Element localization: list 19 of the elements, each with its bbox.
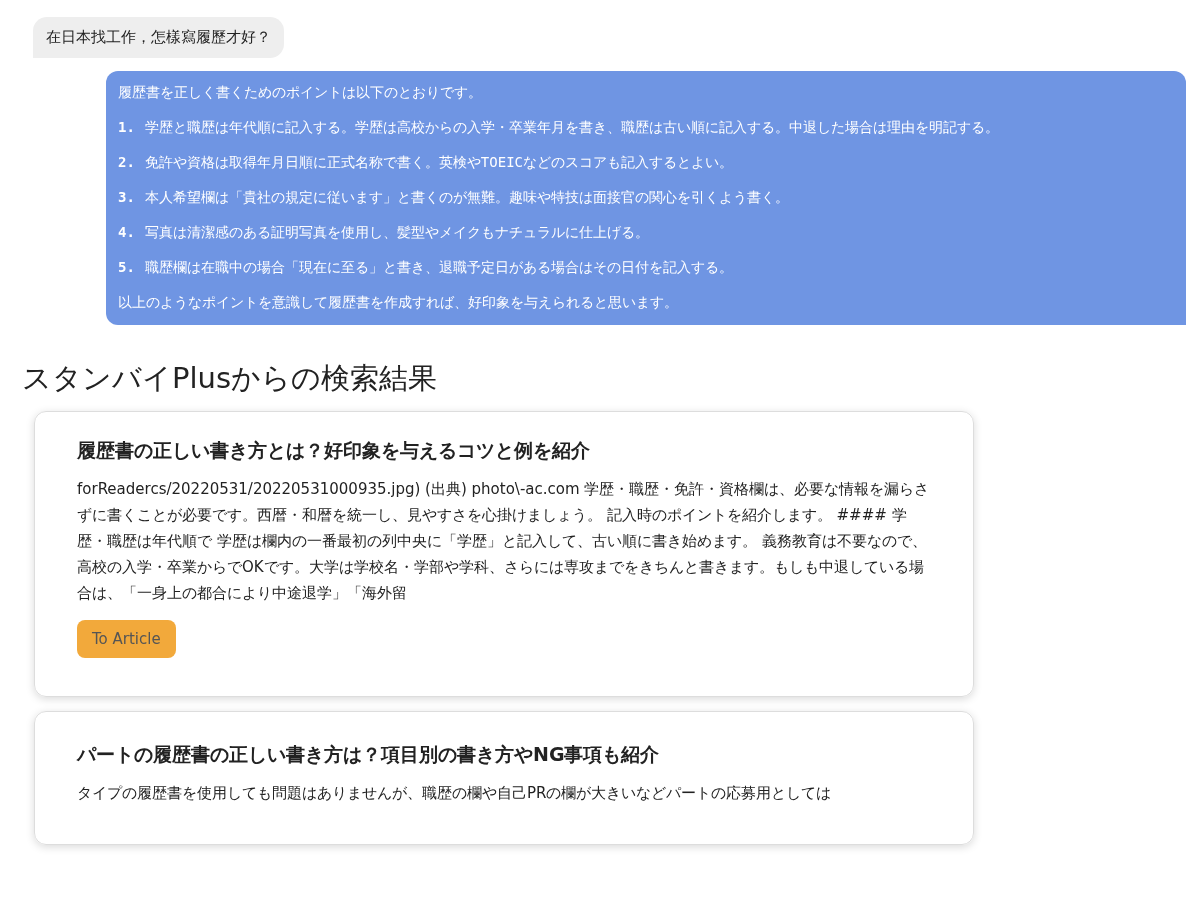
point-text: 本人希望欄は「貴社の規定に従います」と書くのが無難。趣味や特技は面接官の関心を引くよう書く。 [144, 189, 789, 205]
point-number: 1. [118, 119, 135, 135]
reply-intro: 履歴書を正しく書くためのポイントは以下のとおりです。 [118, 83, 483, 102]
point-text: 写真は清潔感のある証明写真を使用し、髪型やメイクもナチュラルに仕上げる。 [144, 224, 649, 240]
to-article-button[interactable]: To Article [77, 620, 176, 658]
point-text: 免許や資格は取得年月日順に正式名称で書く。英検やTOEICなどのスコアも記入するとよい。 [144, 154, 733, 170]
reply-closing: 以上のようなポイントを意識して履歴書を作成すれば、好印象を与えられると思います。 [118, 293, 679, 312]
article-snippet: forReadercs/20220531/20220531000935.jpg) (出典) photo\-ac.com 学歴・職歴・免許・資格欄は、必要な情報を漏らさずに書くことが必要です。西暦・和暦を統一し、見やすさを心掛けましょう。 記入時のポイントを紹介します。 #### 学歴・職歴は年代順で 学歴は欄内の一番最初の列中央に「学歴」と記入して、古い順に書き始めます。 義務教育は不要なので、高校の入学・卒業からでOKです。大学は学校名・学部や学科、さらには専攻までをきちんと書きます。もしも中退している場合は、「一身上の都合により中途退学」「海外留 [77, 479, 931, 604]
article-title: 履歴書の正しい書き方とは？好印象を与えるコツと例を紹介 [77, 438, 591, 463]
point-number: 5. [118, 259, 135, 275]
article-snippet: タイプの履歴書を使用しても問題はありませんが、職歴の欄や自己PRの欄が大きいなどパートの応募用としては [77, 783, 833, 804]
article-title: パートの履歴書の正しい書き方は？項目別の書き方やNG事項も紹介 [77, 742, 661, 767]
point-text: 学歴と職歴は年代順に記入する。学歴は高校からの入学・卒業年月を書き、職歴は古い順に記入する。中退した場合は理由を明記する。 [144, 119, 999, 135]
results-heading: スタンバイPlusからの検索結果 [22, 360, 439, 397]
point-number: 2. [118, 154, 135, 170]
point-number: 4. [118, 224, 135, 240]
point-text: 職歴欄は在職中の場合「現在に至る」と書き、退職予定日がある場合はその日付を記入する。 [144, 259, 733, 275]
user-message: 在日本找工作，怎樣寫履歷才好？ [33, 17, 284, 58]
point-number: 3. [118, 189, 135, 205]
